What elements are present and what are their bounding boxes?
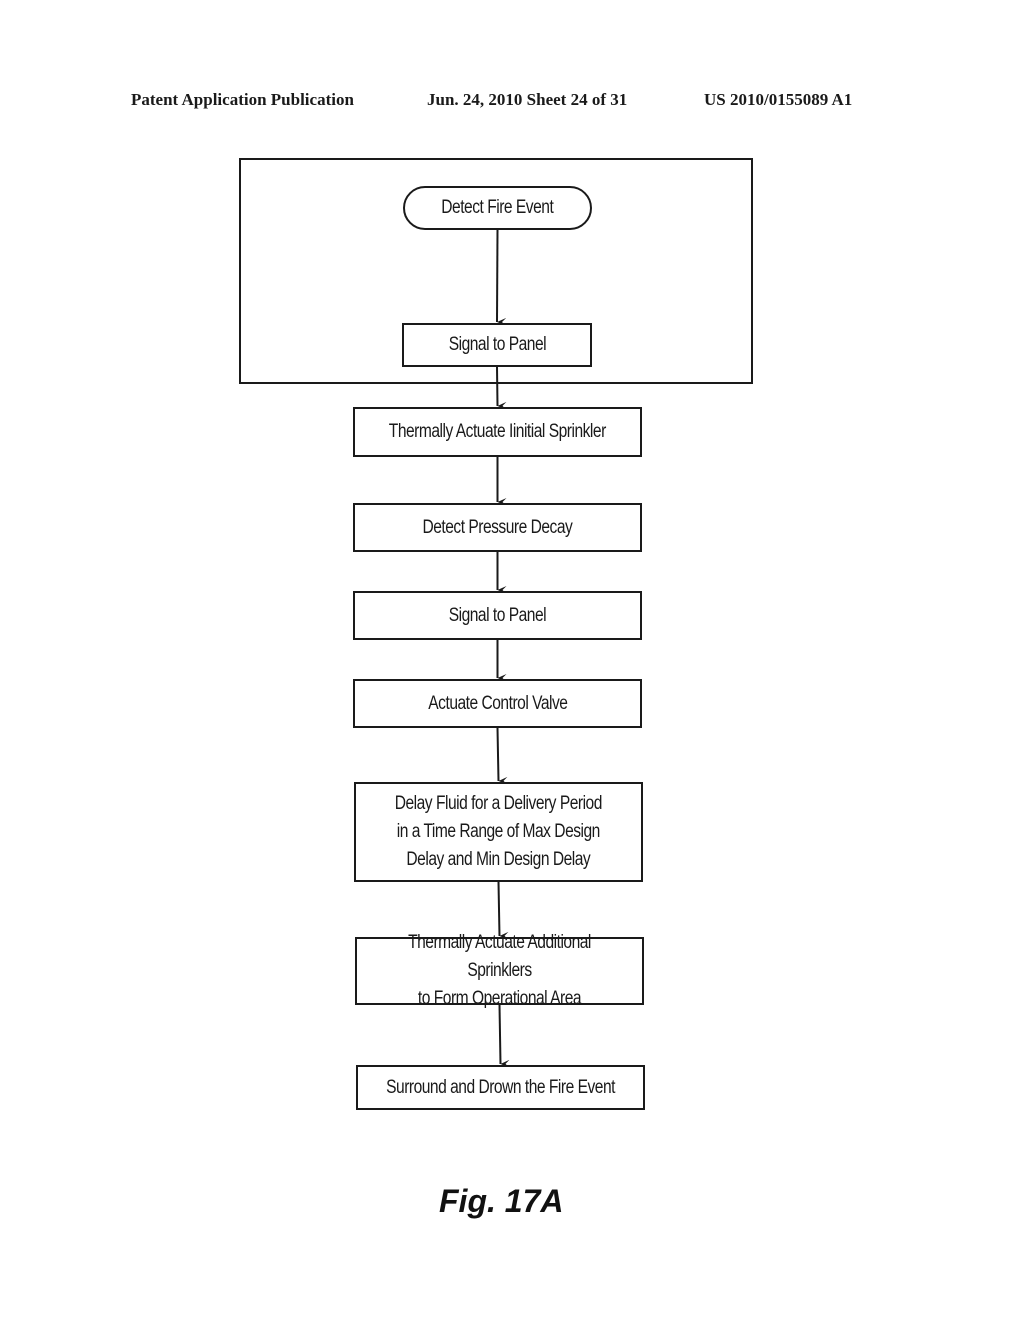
flow-node-delay-fluid: Delay Fluid for a Delivery Period in a T…: [354, 782, 643, 882]
flow-node-detect-pressure-decay: Detect Pressure Decay: [353, 503, 642, 552]
flow-arrow-thermally-actuate-additional-to-surround-drown: [498, 1004, 510, 1068]
flow-node-label: Thermally Actuate Iinitial Sprinkler: [389, 421, 606, 442]
flow-node-signal-to-panel-1: Signal to Panel: [402, 323, 592, 367]
flow-node-thermally-actuate-additional: Thermally Actuate Additional Sprinklers …: [355, 932, 644, 1009]
flow-node-label: Delay Fluid for a Delivery Period in a T…: [394, 793, 603, 870]
flow-node-detect-fire-event: Detect Fire Event: [403, 186, 592, 230]
flow-node-actuate-control-valve: Actuate Control Valve: [353, 679, 642, 728]
flow-arrow-actuate-control-valve-to-delay-fluid: [496, 727, 508, 785]
flow-node-label: Signal to Panel: [448, 604, 547, 626]
flow-arrow-signal-to-panel-1-to-thermally-actuate-initial: [496, 366, 507, 410]
flow-arrow-detect-fire-event-to-signal-to-panel-1: [496, 229, 507, 327]
flow-node-thermally-actuate-initial: Thermally Actuate Iinitial Sprinkler: [353, 407, 642, 457]
flow-node-label: Thermally Actuate Additional Sprinklers …: [408, 932, 591, 1009]
flow-arrow-delay-fluid-to-thermally-actuate-additional: [497, 881, 509, 940]
flow-node-label: Detect Pressure Decay: [422, 516, 573, 538]
flow-node-label: Signal to Panel: [448, 334, 546, 355]
flow-node-signal-to-panel-2: Signal to Panel: [353, 591, 642, 640]
flow-node-label: Actuate Control Valve: [427, 692, 568, 714]
flow-node-surround-drown: Surround and Drown the Fire Event: [356, 1065, 645, 1110]
flow-node-label: Surround and Drown the Fire Event: [386, 1076, 615, 1098]
figure-label: Fig. 17A: [439, 1183, 564, 1219]
flow-node-label: Detect Fire Event: [441, 197, 554, 218]
